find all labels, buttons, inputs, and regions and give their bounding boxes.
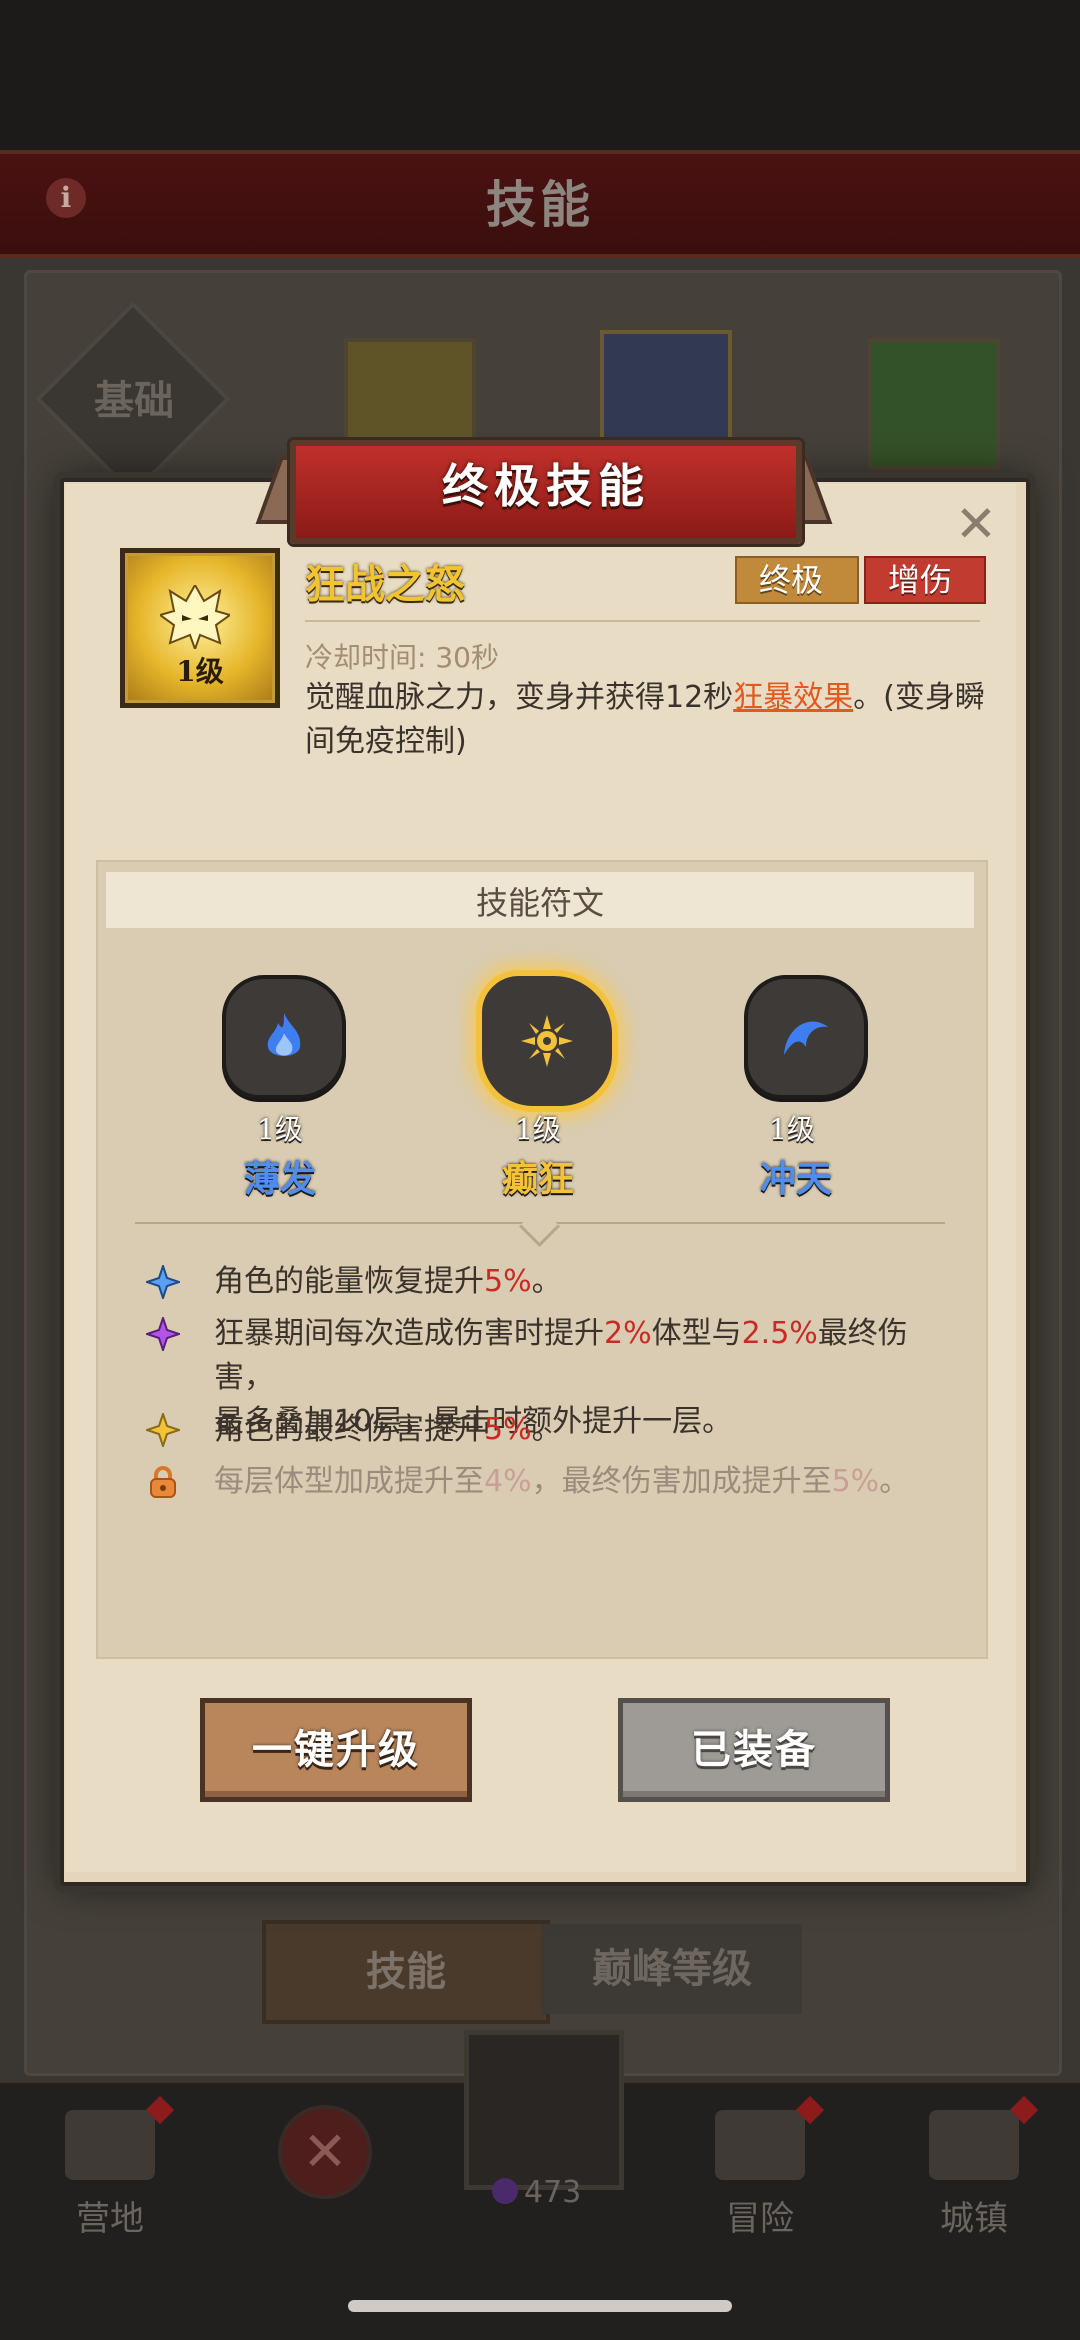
- close-icon[interactable]: ✕: [278, 2105, 372, 2199]
- skill-slot-3[interactable]: [868, 338, 1000, 470]
- nav-camp[interactable]: 营地: [20, 2090, 200, 2240]
- nav-town[interactable]: 城镇: [884, 2090, 1064, 2240]
- nav-adventure-label: 冒险: [726, 2199, 794, 2239]
- info-icon[interactable]: i: [46, 178, 86, 218]
- gold-star-icon: [146, 1413, 180, 1447]
- eye-sun-icon: [521, 1015, 573, 1067]
- skill-level-label: 1级: [176, 655, 224, 688]
- tent-icon: [65, 2110, 155, 2180]
- blue-star-icon: [146, 1265, 180, 1299]
- nav-camp-label: 营地: [76, 2199, 144, 2239]
- tab-skills[interactable]: 技能: [262, 1920, 550, 2024]
- nav-adventure[interactable]: 冒险: [670, 2090, 850, 2240]
- castle-icon: [929, 2110, 1019, 2180]
- top-bar: [0, 0, 1080, 150]
- tab-peak-level[interactable]: 巅峰等级: [542, 1924, 802, 2014]
- header-title: 技能: [486, 176, 594, 234]
- rune-level: 1级: [769, 1113, 815, 1146]
- one-click-upgrade-button[interactable]: 一键升级: [200, 1698, 472, 1802]
- basic-tab-label: 基础: [94, 378, 174, 424]
- skill-description: 觉醒血脉之力，变身并获得12秒狂暴效果。(变身瞬间免疫控制): [305, 680, 985, 759]
- nav-town-label: 城镇: [940, 2199, 1008, 2239]
- cooldown-text: 冷却时间: 30秒: [305, 641, 499, 674]
- skill-name: 狂战之怒: [305, 562, 465, 608]
- currency-count: 473: [524, 2175, 582, 2210]
- rune-bofa[interactable]: [222, 975, 346, 1099]
- divider: [305, 620, 980, 622]
- rune-level: 1级: [515, 1113, 561, 1146]
- blue-wave-icon: [784, 1021, 828, 1055]
- rune-name: 冲天: [759, 1159, 832, 1200]
- rune-name: 癫狂: [501, 1159, 574, 1200]
- map-icon: [715, 2110, 805, 2180]
- rune-header-title: 技能符文: [475, 884, 604, 922]
- blue-flame-icon: [267, 1013, 301, 1056]
- lock-icon: [150, 1466, 176, 1498]
- tag-damage: 增伤: [864, 556, 986, 604]
- close-button[interactable]: ✕: [952, 499, 1000, 549]
- rune-dianku[interactable]: [476, 970, 618, 1112]
- nav-center-skills[interactable]: [464, 2030, 624, 2190]
- rune-chongtian[interactable]: [744, 975, 868, 1099]
- berserker-face-icon: [160, 585, 230, 649]
- home-indicator: [348, 2300, 732, 2312]
- tag-ultimate: 终极: [735, 556, 859, 604]
- rune-name: 薄发: [243, 1159, 316, 1200]
- dialog-title: 终极技能: [442, 459, 650, 513]
- purple-star-icon: [146, 1317, 180, 1351]
- rune-level: 1级: [257, 1113, 303, 1146]
- equipped-button[interactable]: 已装备: [618, 1698, 890, 1802]
- berserk-effect-link[interactable]: 狂暴效果: [733, 680, 853, 715]
